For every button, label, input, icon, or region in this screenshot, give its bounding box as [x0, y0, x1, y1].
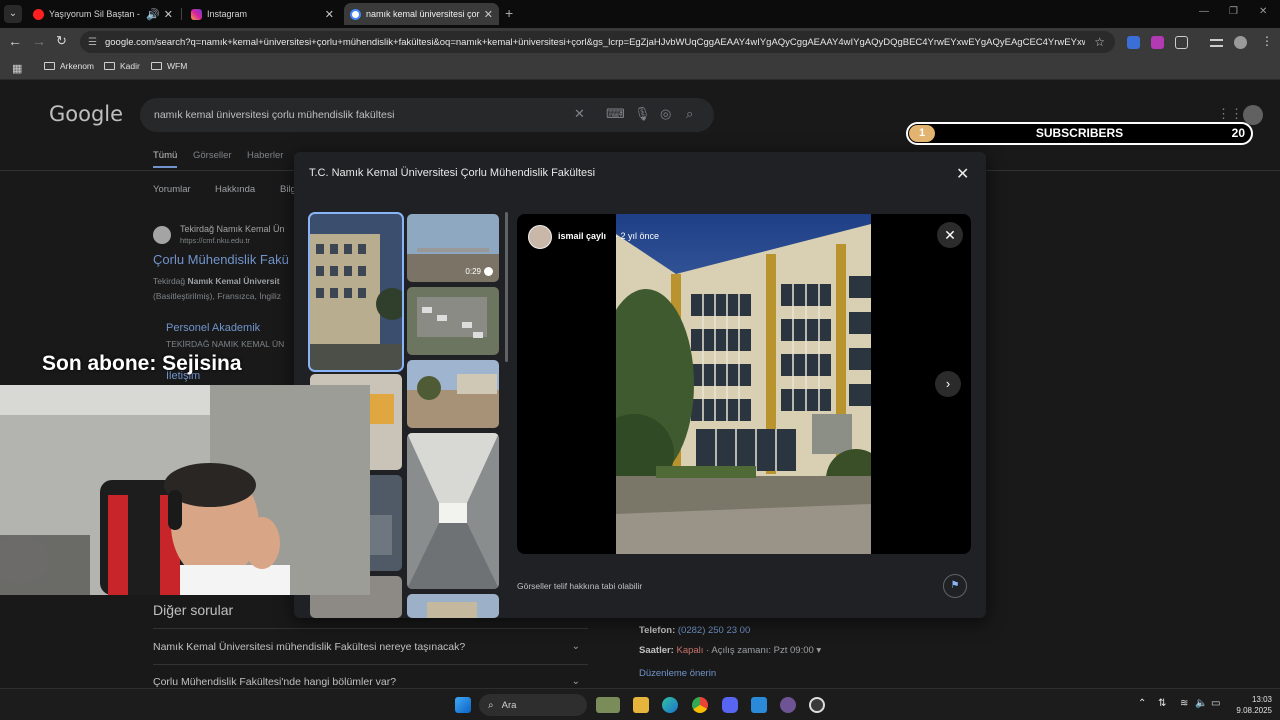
close-tab-icon[interactable]: ✕ — [325, 8, 334, 21]
folder-icon — [151, 62, 162, 70]
restore-icon[interactable]: ❐ — [1229, 6, 1238, 17]
folder-icon — [44, 62, 55, 70]
battery-icon[interactable]: ▭ — [1211, 698, 1220, 709]
system-clock[interactable]: 13:03 9.08.2025 — [1228, 694, 1272, 716]
back-icon[interactable]: ← — [8, 34, 22, 48]
forward-icon[interactable]: → — [32, 34, 46, 48]
tab-title: namık kemal üniversitesi çorlu m — [366, 9, 480, 19]
image-viewer-panel: T.C. Namık Kemal Üniversitesi Çorlu Mühe… — [294, 152, 986, 618]
tab-youtube[interactable]: Yaşıyorum Sil Baştan - YouT 🔊 ✕ — [27, 3, 179, 25]
extension-icon[interactable] — [1151, 36, 1164, 49]
subscriber-label: SUBSCRIBERS — [1035, 126, 1124, 140]
chevron-up-icon[interactable]: ⌃ — [1138, 698, 1146, 709]
folder-icon — [104, 62, 115, 70]
tab-strip: ⌄ Yaşıyorum Sil Baştan - YouT 🔊 ✕ Instag… — [0, 0, 1280, 28]
bookmark-arkenom[interactable]: Arkenom — [44, 61, 94, 71]
thumbnail-video[interactable]: 0:29 — [407, 214, 499, 282]
menu-kebab-icon[interactable]: ⋮ — [1261, 34, 1273, 48]
speaker-icon[interactable]: 🔊 — [146, 8, 160, 21]
subscriber-goal-bar: 1 SUBSCRIBERS 20 — [906, 122, 1253, 145]
close-window-icon[interactable]: ✕ — [1259, 6, 1267, 17]
bookmark-kadir[interactable]: Kadir — [104, 61, 140, 71]
tab-title: Yaşıyorum Sil Baştan - YouT — [49, 9, 142, 19]
parking-thumbnail — [407, 287, 499, 355]
edge-icon[interactable] — [662, 697, 678, 713]
building-photo — [616, 214, 871, 554]
next-image-icon[interactable]: › — [935, 371, 961, 397]
close-panel-icon[interactable]: ✕ — [956, 164, 969, 184]
windows-taskbar: ⌕ Ara ⌃ ⇅ ≋ 🔈 ▭ 13:03 9.08.2025 — [0, 688, 1280, 720]
file-explorer-icon[interactable] — [633, 697, 649, 713]
thumbnail-selected[interactable] — [308, 212, 404, 372]
network-icon[interactable]: ⇅ — [1158, 698, 1166, 709]
tab-title: Instagram — [207, 9, 248, 19]
translate-icon[interactable] — [1127, 36, 1140, 49]
uploader-avatar[interactable] — [528, 225, 552, 249]
taskbar-search[interactable]: ⌕ Ara — [479, 694, 587, 716]
address-bar[interactable]: ☰ google.com/search?q=namık+kemal+üniver… — [80, 31, 1115, 53]
last-subscriber-text: Son abone: Sejisina — [42, 352, 242, 375]
exterior-thumbnail — [407, 594, 499, 618]
site-info-icon[interactable]: ☰ — [88, 37, 97, 48]
image-preview[interactable]: ismail çaylı · 2 yıl önce ✕ › — [517, 214, 971, 554]
bookmark-star-icon[interactable]: ☆ — [1094, 35, 1105, 49]
webcam-overlay — [0, 385, 370, 595]
tab-google-search[interactable]: namık kemal üniversitesi çorlu m ✕ — [344, 3, 499, 25]
wifi-icon[interactable]: ≋ — [1180, 698, 1188, 709]
chrome-icon[interactable] — [692, 697, 708, 713]
instagram-icon — [191, 8, 202, 20]
panel-title: T.C. Namık Kemal Üniversitesi Çorlu Mühe… — [309, 167, 596, 179]
github-desktop-icon[interactable] — [780, 697, 796, 713]
close-tab-icon[interactable]: ✕ — [484, 8, 493, 21]
profile-avatar[interactable] — [1234, 36, 1247, 49]
vscode-icon[interactable] — [751, 697, 767, 713]
obs-icon[interactable] — [809, 697, 825, 713]
thumbnail-campus[interactable] — [407, 360, 499, 428]
screen: ⌄ Yaşıyorum Sil Baştan - YouT 🔊 ✕ Instag… — [0, 0, 1280, 720]
widgets-icon[interactable] — [596, 697, 620, 713]
new-tab-button[interactable]: + — [505, 5, 513, 21]
building-thumbnail — [310, 214, 402, 370]
close-tab-icon[interactable]: ✕ — [164, 8, 173, 21]
thumbnail-scrollbar[interactable] — [505, 212, 508, 362]
corridor-thumbnail — [407, 433, 499, 589]
url-text[interactable]: google.com/search?q=namık+kemal+üniversi… — [105, 37, 1085, 48]
media-controls-icon[interactable] — [1210, 39, 1223, 47]
puzzle-extensions-icon[interactable] — [1175, 36, 1188, 49]
minimize-icon[interactable]: — — [1199, 6, 1209, 17]
reload-icon[interactable]: ↻ — [56, 34, 67, 48]
uploader-name[interactable]: ismail çaylı — [558, 231, 606, 241]
upload-time: · 2 yıl önce — [615, 231, 660, 241]
campus-thumbnail — [407, 360, 499, 428]
google-icon — [350, 8, 361, 20]
discord-icon[interactable] — [722, 697, 738, 713]
youtube-icon — [33, 8, 44, 20]
play-icon — [484, 267, 493, 276]
bookmark-wfm[interactable]: WFM — [151, 61, 187, 71]
subscriber-goal: 20 — [1231, 126, 1245, 140]
video-duration-badge: 0:29 — [465, 267, 493, 276]
copyright-notice: Görseller telif hakkına tabi olabilir — [517, 581, 643, 591]
bookmarks-bar: ▦ Arkenom Kadir WFM — [0, 56, 1280, 80]
browser-toolbar: ← → ↻ ☰ google.com/search?q=namık+kemal+… — [0, 28, 1280, 56]
close-preview-icon[interactable]: ✕ — [937, 222, 963, 248]
thumbnail-parking[interactable] — [407, 287, 499, 355]
report-flag-icon[interactable]: ⚑ — [943, 574, 967, 598]
apps-grid-icon[interactable]: ▦ — [12, 62, 22, 75]
volume-icon[interactable]: 🔈 — [1195, 698, 1207, 709]
thumbnail-exterior[interactable] — [407, 594, 499, 618]
webcam-feed — [0, 385, 370, 595]
thumbnail-corridor[interactable] — [407, 433, 499, 589]
tab-search-button[interactable]: ⌄ — [4, 5, 22, 23]
start-button-icon[interactable] — [455, 697, 471, 713]
search-icon: ⌕ — [488, 699, 494, 711]
tab-instagram[interactable]: Instagram ✕ — [185, 3, 340, 25]
